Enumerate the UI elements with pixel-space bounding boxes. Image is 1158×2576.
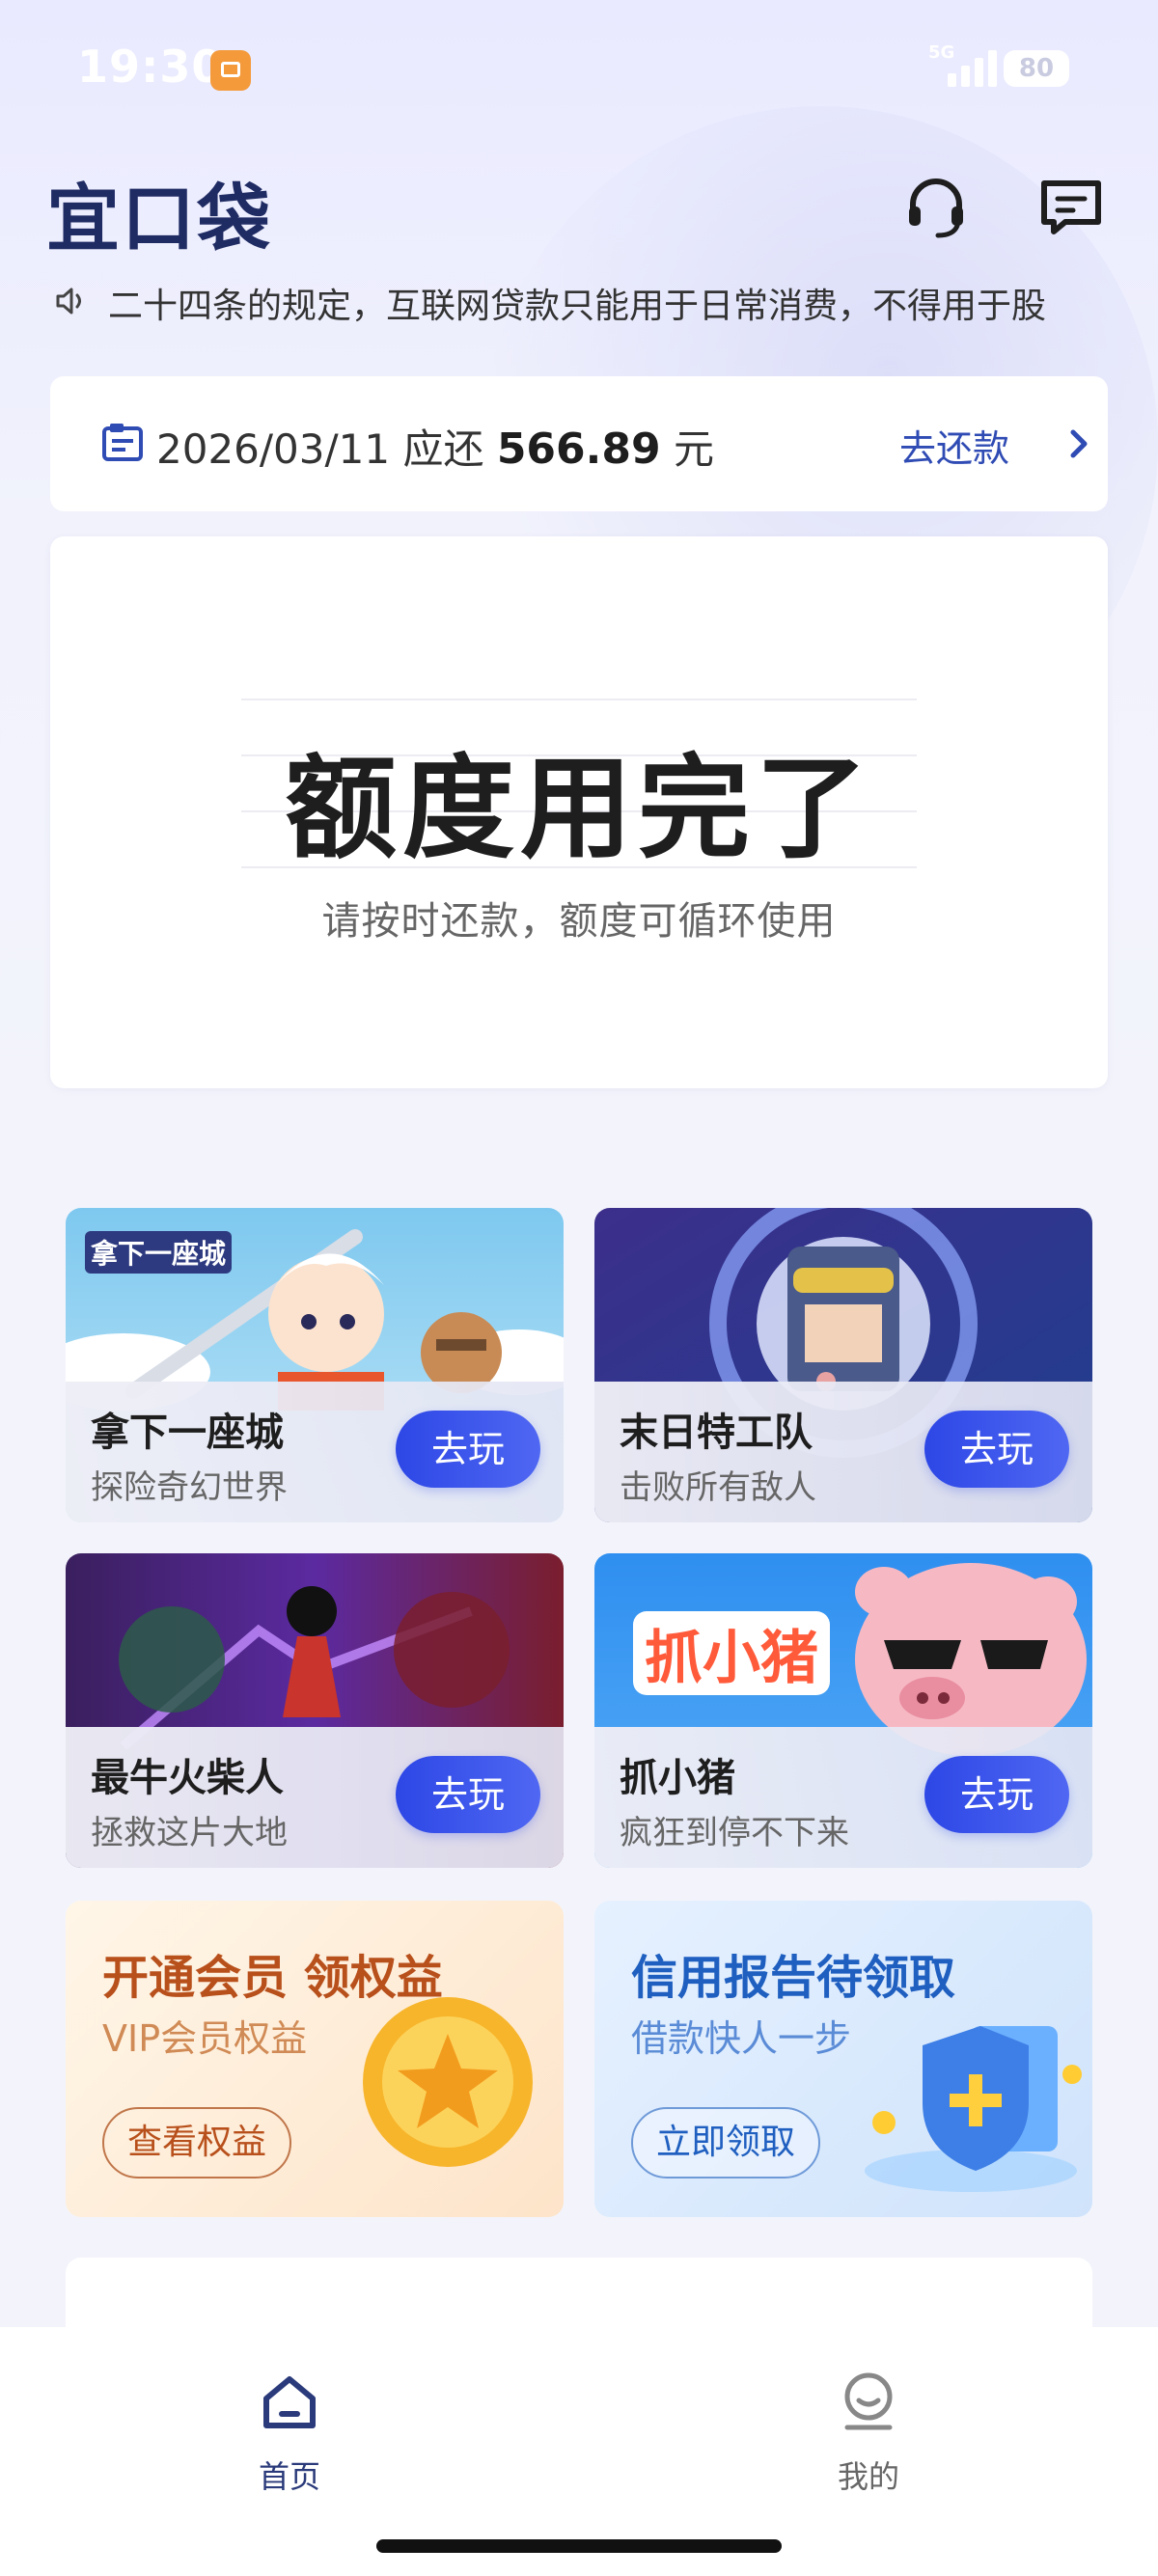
shield-icon: [865, 2026, 1082, 2192]
nav-home[interactable]: 首页: [193, 2356, 386, 2501]
game-subtitle: 击败所有敌人: [620, 1468, 816, 1507]
game-art-label: 拿下一座城: [85, 1231, 233, 1274]
home-icon: [263, 2376, 316, 2428]
chevron-right-icon: [1070, 429, 1088, 458]
game-title: 末日特工队: [620, 1411, 813, 1455]
game-subtitle: 探险奇幻世界: [91, 1468, 288, 1507]
nav-profile[interactable]: 我的: [772, 2356, 965, 2501]
quota-status-subtitle: 请按时还款，额度可循环使用: [321, 899, 837, 944]
credit-report-promo-card[interactable]: 信用报告待领取 借款快人一步 立即领取: [594, 1901, 1092, 2217]
game-card[interactable]: 最牛火柴人 拯救这片大地 去玩: [66, 1553, 564, 1868]
profile-icon: [844, 2372, 893, 2430]
play-button[interactable]: 去玩: [396, 1411, 540, 1488]
app-logo: 宜口袋: [46, 176, 272, 261]
game-card[interactable]: 拿下一座城 拿下一座城 探险奇幻世界 去玩: [66, 1208, 564, 1522]
claim-report-button[interactable]: 立即领取: [631, 2107, 821, 2179]
play-button[interactable]: 去玩: [924, 1411, 1069, 1488]
repayment-due-label: 应还: [402, 425, 484, 473]
next-card-peek: [66, 2258, 1092, 2335]
speaker-icon: [56, 288, 81, 315]
status-bar: 19:30 5G 80: [0, 0, 1158, 135]
promo-title: 信用报告待领取: [631, 1951, 956, 2005]
promo-title: 开通会员 领权益: [102, 1951, 443, 2005]
game-art-label: 抓小猪: [633, 1611, 830, 1695]
vip-promo-card[interactable]: 开通会员 领权益 VIP会员权益 查看权益: [66, 1901, 564, 2217]
home-indicator[interactable]: [376, 2539, 782, 2553]
repayment-card[interactable]: 2026/03/11 应还 566.89 元 去还款: [50, 376, 1108, 511]
quota-status-title: 额度用完了: [285, 744, 873, 874]
game-title: 最牛火柴人: [91, 1756, 284, 1800]
play-button[interactable]: 去玩: [396, 1756, 540, 1833]
game-title: 抓小猪: [620, 1756, 735, 1800]
nav-home-label: 首页: [258, 2458, 320, 2495]
credit-quota-card: 额度用完了 请按时还款，额度可循环使用: [50, 536, 1108, 1088]
status-time: 19:30: [77, 41, 224, 93]
messages-button[interactable]: [1036, 172, 1106, 241]
battery-indicator: 80: [1004, 50, 1069, 87]
repayment-date: 2026/03/11: [156, 425, 391, 473]
network-type: 5G: [928, 42, 955, 63]
view-benefits-button[interactable]: 查看权益: [102, 2107, 292, 2179]
notice-text: 二十四条的规定，互联网贷款只能用于日常消费，不得用于股: [108, 287, 1047, 324]
promo-subtitle: 借款快人一步: [631, 2017, 852, 2060]
headset-icon: [909, 178, 963, 238]
promo-subtitle: VIP会员权益: [102, 2017, 308, 2060]
game-subtitle: 拯救这片大地: [91, 1814, 288, 1852]
calendar-notification-icon: [210, 50, 251, 91]
go-repay-link[interactable]: 去还款: [899, 419, 1009, 472]
repayment-unit: 元: [673, 425, 714, 473]
game-title: 拿下一座城: [91, 1411, 284, 1455]
game-card[interactable]: 末日特工队 击败所有敌人 去玩: [594, 1208, 1092, 1522]
nav-profile-label: 我的: [837, 2458, 899, 2495]
repayment-summary: 2026/03/11 应还 566.89 元: [156, 417, 714, 476]
customer-service-button[interactable]: [901, 172, 971, 241]
repayment-amount: 566.89: [496, 425, 661, 474]
game-subtitle: 疯狂到停不下来: [620, 1814, 849, 1852]
bill-icon: [102, 424, 143, 461]
coin-icon: [363, 1997, 533, 2167]
message-icon: [1041, 180, 1101, 234]
play-button[interactable]: 去玩: [924, 1756, 1069, 1833]
game-card[interactable]: 抓小猪 抓小猪 疯狂到停不下来 去玩: [594, 1553, 1092, 1868]
notice-marquee[interactable]: 二十四条的规定，互联网贷款只能用于日常消费，不得用于股: [54, 276, 1116, 324]
